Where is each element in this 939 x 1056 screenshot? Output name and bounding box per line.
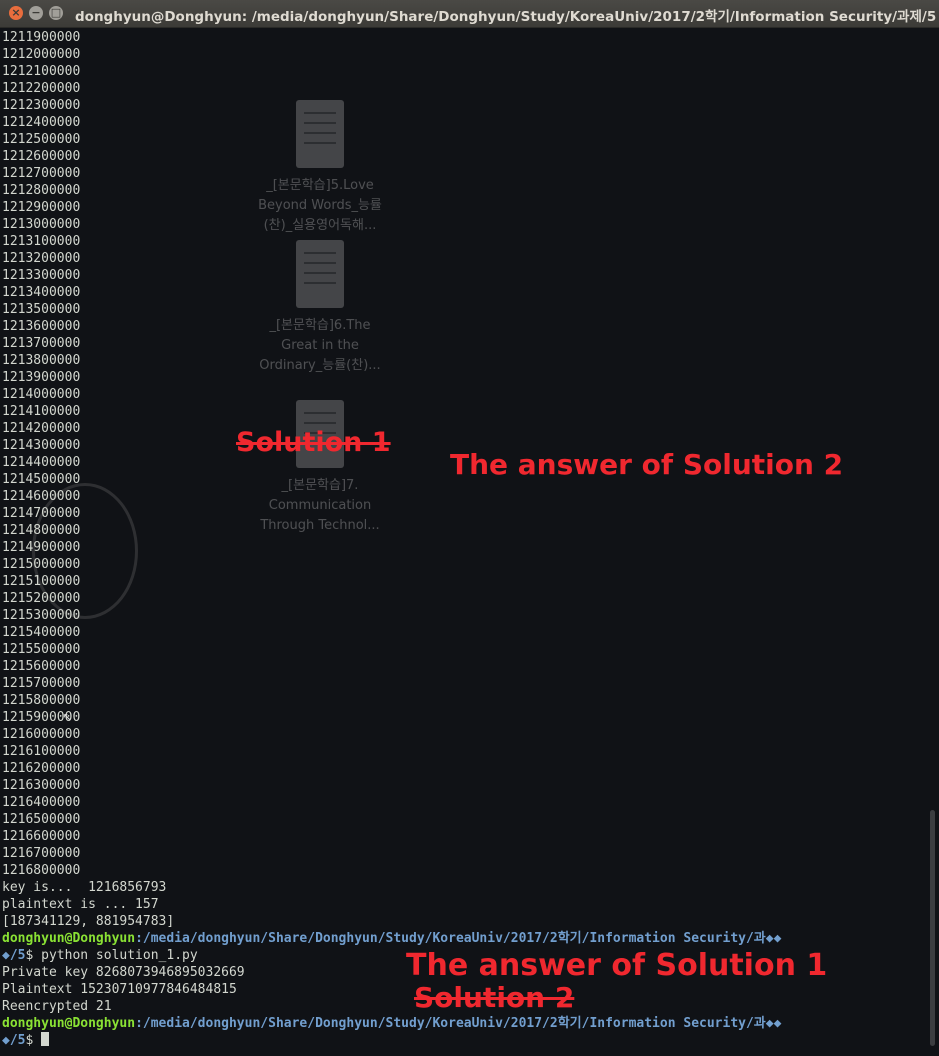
counter-line: 1213600000 (2, 319, 81, 334)
pair-output-line: [187341129, 881954783] (2, 914, 175, 929)
input-line[interactable]: ◆/5$ (2, 1032, 781, 1049)
counter-line: 1215000000 (2, 557, 81, 572)
counter-line: 1215300000 (2, 608, 81, 623)
counter-line: 1214800000 (2, 523, 81, 538)
counter-line: 1215600000 (2, 659, 81, 674)
counter-line: 1216100000 (2, 744, 81, 759)
command-text: $ python solution_1.py (25, 948, 198, 963)
reencrypted-line: Reencrypted 21 (2, 999, 112, 1014)
counter-line: 1214600000 (2, 489, 81, 504)
counter-line: 1213000000 (2, 217, 81, 232)
prompt-line: donghyun@Donghyun:/media/donghyun/Share/… (2, 1015, 781, 1032)
prompt-symbol: $ (25, 1033, 42, 1048)
terminal-output: 1211900000 1212000000 1212100000 1212200000… (2, 29, 781, 1049)
counter-line: 1214900000 (2, 540, 81, 555)
counter-line: 1213500000 (2, 302, 81, 317)
close-window-button[interactable]: × (9, 6, 23, 20)
counter-line: 1215900000 (2, 710, 81, 725)
counter-line: 1216400000 (2, 795, 81, 810)
window-titlebar[interactable]: × − □ donghyun@Donghyun: /media/donghyun… (0, 0, 939, 28)
prompt-user: donghyun@Donghyun (2, 931, 136, 946)
counter-line: 1216600000 (2, 829, 81, 844)
plaintext-output-line: plaintext is ... 157 (2, 897, 159, 912)
annotation-answer-solution2: The answer of Solution 2 (450, 448, 844, 481)
counter-line: 1215800000 (2, 693, 81, 708)
counter-line: 1213400000 (2, 285, 81, 300)
prompt-path: :/media/donghyun/Share/Donghyun/Study/Ko… (135, 931, 782, 946)
maximize-window-button[interactable]: □ (49, 6, 63, 20)
counter-line: 1214700000 (2, 506, 81, 521)
counter-line: 1216500000 (2, 812, 81, 827)
counter-line: 1215400000 (2, 625, 81, 640)
annotation-answer-solution1: The answer of Solution 1 (406, 948, 828, 983)
counter-line: 1212900000 (2, 200, 81, 215)
scrollbar-thumb[interactable] (930, 810, 935, 1046)
annotation-solution2-struck: Solution 2 (414, 981, 575, 1014)
prompt-path-continued: ◆/5 (2, 948, 26, 963)
counter-line: 1212400000 (2, 115, 81, 130)
counter-line: 1211900000 (2, 30, 81, 45)
prompt-line: donghyun@Donghyun:/media/donghyun/Share/… (2, 930, 781, 947)
counter-line: 1216700000 (2, 846, 81, 861)
counter-line: 1212300000 (2, 98, 81, 113)
counter-line: 1214100000 (2, 404, 81, 419)
counter-line: 1215100000 (2, 574, 81, 589)
counter-line: 1213300000 (2, 268, 81, 283)
counter-line: 1215500000 (2, 642, 81, 657)
counter-line: 1216800000 (2, 863, 81, 878)
counter-line: 1215200000 (2, 591, 81, 606)
counter-line: 1212700000 (2, 166, 81, 181)
counter-line: 1212500000 (2, 132, 81, 147)
mouse-pointer-icon: ↖ (63, 708, 72, 724)
text-cursor (41, 1032, 50, 1046)
counter-line: 1213200000 (2, 251, 81, 266)
counter-line: 1213100000 (2, 234, 81, 249)
prompt-user: donghyun@Donghyun (2, 1016, 136, 1031)
window-title: donghyun@Donghyun: /media/donghyun/Share… (75, 9, 937, 25)
key-output-line: key is... 1216856793 (2, 880, 167, 895)
counter-line: 1216000000 (2, 727, 81, 742)
counter-line: 1216300000 (2, 778, 81, 793)
counter-line: 1212800000 (2, 183, 81, 198)
counter-line: 1214000000 (2, 387, 81, 402)
counter-line: 1212100000 (2, 64, 81, 79)
annotation-solution1-struck: Solution 1 (236, 427, 391, 458)
minimize-window-button[interactable]: − (29, 6, 43, 20)
counter-line: 1215700000 (2, 676, 81, 691)
counter-line: 1216200000 (2, 761, 81, 776)
counter-line: 1213700000 (2, 336, 81, 351)
plaintext-result-line: Plaintext 15230710977846484815 (2, 982, 237, 997)
prompt-path: :/media/donghyun/Share/Donghyun/Study/Ko… (135, 1016, 782, 1031)
counter-line: 1214200000 (2, 421, 81, 436)
counter-line: 1212200000 (2, 81, 81, 96)
terminal-area[interactable]: _[본문학습]5.Love Beyond Words_능률(찬)_실용영어독해.… (0, 28, 939, 1056)
counter-line: 1212000000 (2, 47, 81, 62)
counter-line: 1212600000 (2, 149, 81, 164)
prompt-path-continued: ◆/5 (2, 1033, 26, 1048)
counter-line: 1213900000 (2, 370, 81, 385)
counter-line: 1213800000 (2, 353, 81, 368)
